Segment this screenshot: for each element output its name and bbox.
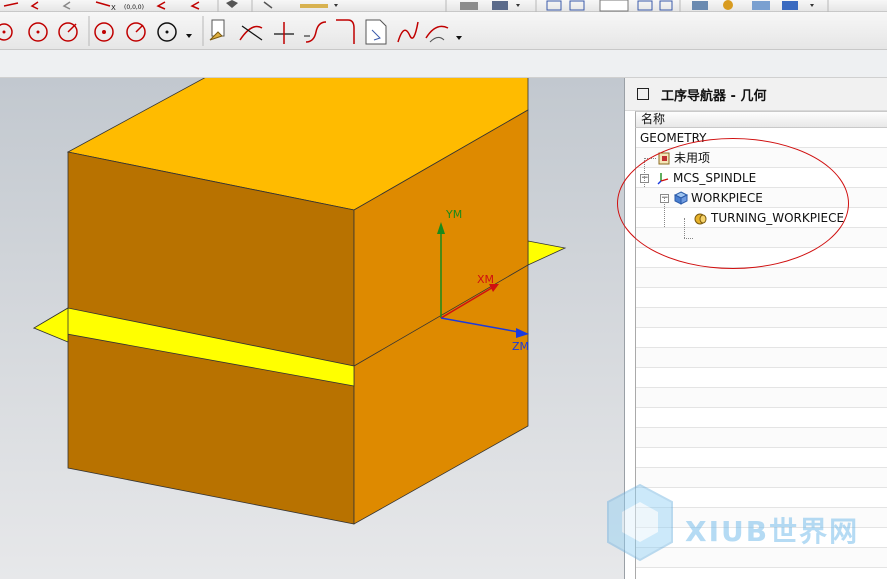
probe-hand-icon[interactable] — [209, 19, 225, 41]
tree-row-empty — [636, 268, 887, 288]
plane-right-part — [527, 240, 567, 266]
toolbar-snap-row — [0, 12, 887, 50]
watermark-cube-icon — [607, 483, 673, 562]
circle-center-dotted-icon[interactable] — [28, 22, 48, 42]
axis-z-label: ZM — [512, 340, 529, 353]
tree-row-empty — [636, 388, 887, 408]
tree-row-empty — [636, 408, 887, 428]
watermark-logo: XIUB世界网 — [600, 480, 880, 570]
intersect-cross-icon[interactable] — [239, 25, 263, 41]
app-window: X (0,0,0) YM XM ZM 工序导航器 - 几何 名称 GEOMETR… — [0, 0, 887, 579]
tree-row-empty — [636, 368, 887, 388]
tree-row-empty — [636, 328, 887, 348]
spline-wave-icon[interactable] — [397, 21, 419, 43]
circle-arc-icon[interactable] — [186, 34, 192, 38]
watermark-text: XIUB世界网 — [685, 515, 860, 548]
scroll-arrow-icon[interactable]: X — [3, 1, 116, 12]
circle-target-icon[interactable] — [157, 22, 177, 42]
highlight-ellipse — [617, 138, 849, 269]
toolbar-snap-icons — [0, 16, 462, 46]
circle-point-icon[interactable] — [94, 22, 114, 42]
axis-y-label: YM — [445, 208, 462, 221]
svg-text:X: X — [111, 4, 116, 12]
circle-quadrant-icon[interactable] — [126, 22, 146, 42]
toolbar-row-top-icons: X (0,0,0) — [3, 0, 829, 12]
tree-row-empty — [636, 288, 887, 308]
plane-front-left — [33, 307, 69, 343]
circle-center-icon[interactable] — [0, 23, 13, 41]
tree-row-empty — [636, 308, 887, 328]
ruler-icon[interactable] — [300, 4, 328, 8]
curve-sweep-icon[interactable] — [425, 25, 449, 43]
point-on-line-icon[interactable] — [274, 22, 294, 44]
graphics-viewport[interactable]: YM XM ZM — [0, 78, 624, 579]
model-scene: YM XM ZM — [32, 78, 567, 525]
navigator-title-bar: 工序导航器 - 几何 — [625, 78, 887, 111]
corner-arc-icon[interactable] — [336, 19, 355, 44]
toolbar-empty-strip — [0, 50, 887, 78]
tree-row-empty — [636, 448, 887, 468]
axis-x-label: XM — [477, 273, 494, 286]
sheet-fold-icon[interactable] — [365, 19, 387, 45]
restore-window-icon[interactable] — [637, 88, 649, 100]
toolbar-row-top: X (0,0,0) — [0, 0, 887, 12]
curve-s-icon[interactable] — [304, 21, 327, 43]
circle-tangent-icon[interactable] — [58, 22, 78, 42]
tree-row-empty — [636, 348, 887, 368]
navigator-title: 工序导航器 - 几何 — [661, 88, 767, 104]
column-header-name[interactable]: 名称 — [635, 111, 887, 128]
tree-row-empty — [636, 428, 887, 448]
list-view-icon[interactable] — [460, 2, 478, 10]
coordinate-label-icon: (0,0,0) — [124, 4, 144, 11]
